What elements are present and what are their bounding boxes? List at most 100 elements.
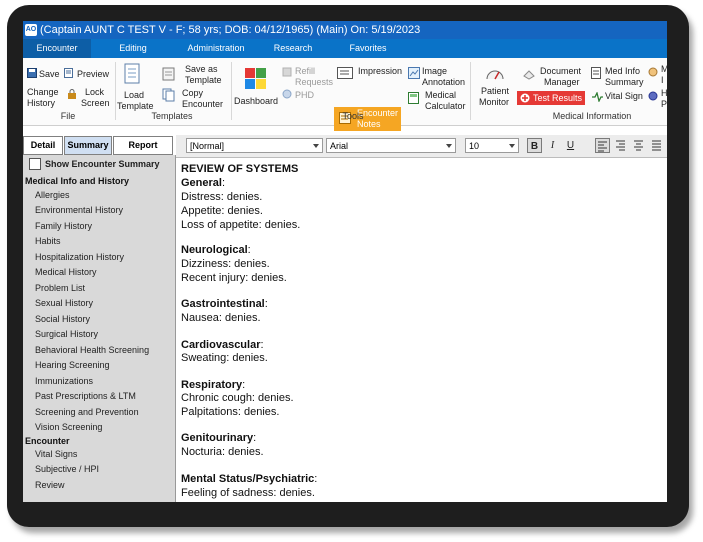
italic-button[interactable]: I <box>545 138 560 153</box>
med-info-summary-icon <box>591 67 601 79</box>
app-window: AO (Captain AUNT C TEST V - F; 58 yrs; DO… <box>23 21 667 502</box>
align-left-button[interactable] <box>595 138 610 153</box>
globe-icon <box>648 91 658 101</box>
sidebar-item-past-prescriptions[interactable]: Past Prescriptions & LTM <box>35 391 136 401</box>
sidebar-item-surgical-history[interactable]: Surgical History <box>35 329 98 339</box>
sidebar-item-vision-screening[interactable]: Vision Screening <box>35 422 102 432</box>
tab-favorites[interactable]: Favorites <box>339 39 397 58</box>
calculator-icon <box>408 92 419 104</box>
justify-icon <box>652 140 661 151</box>
align-left-icon <box>598 141 607 152</box>
tab-detail[interactable]: Detail <box>23 136 63 155</box>
show-encounter-summary-checkbox[interactable] <box>29 158 41 170</box>
font-select[interactable]: Arial <box>326 138 456 153</box>
sidebar-tabs: Detail Summary Report <box>23 136 175 155</box>
sidebar-item-vital-signs[interactable]: Vital Signs <box>35 449 77 459</box>
test-results-icon <box>520 93 530 103</box>
save-as-template-icon <box>162 67 175 81</box>
test-results-label: Test Results <box>533 93 583 103</box>
style-value: [Normal] <box>190 141 225 151</box>
ros-line: Feeling of sadness: denies. <box>181 487 315 499</box>
section-header-encounter: Encounter <box>25 436 70 446</box>
sidebar-item-social-history[interactable]: Social History <box>35 314 90 324</box>
extra-1-label-2: I <box>661 75 664 85</box>
section-cardiovascular: Cardiovascular: <box>181 339 264 351</box>
test-results-button[interactable]: Test Results <box>517 91 585 105</box>
patient-monitor-label-2: Monitor <box>479 97 510 107</box>
save-label: Save <box>39 69 60 79</box>
ribbon-divider <box>115 62 116 120</box>
style-select[interactable]: [Normal] <box>186 138 323 153</box>
document-manager-label-1: Document <box>540 66 582 76</box>
sidebar-item-behavioral-health-screening[interactable]: Behavioral Health Screening <box>35 345 149 355</box>
bold-button[interactable]: B <box>527 138 542 153</box>
preview-label: Preview <box>77 69 110 79</box>
document-manager-icon <box>523 70 535 80</box>
change-history-label-1: Change <box>27 87 59 97</box>
impression-label: Impression <box>358 66 403 76</box>
phd-label: PHD <box>295 90 315 100</box>
section-respiratory: Respiratory: <box>181 379 246 391</box>
section-title: General <box>181 177 222 189</box>
extra-2-label-1: H <box>661 88 667 98</box>
title-bar: AO (Captain AUNT C TEST V - F; 58 yrs; DO… <box>23 21 667 39</box>
tab-report[interactable]: Report <box>113 136 173 155</box>
file-group-label: File <box>60 111 76 121</box>
ros-line: Recent injury: denies. <box>181 272 287 284</box>
impression-icon <box>337 67 353 79</box>
load-template-icon <box>124 63 140 84</box>
sidebar-item-family-history[interactable]: Family History <box>35 221 92 231</box>
chevron-down-icon <box>509 144 515 148</box>
section-title: Genitourinary <box>181 432 254 444</box>
patient-monitor-label-1: Patient <box>481 86 510 96</box>
format-toolbar: [Normal] Arial 10 B I U <box>176 135 667 158</box>
sidebar-item-hearing-screening[interactable]: Hearing Screening <box>35 360 110 370</box>
lock-screen-label-1: Lock <box>85 87 105 97</box>
sidebar-item-subjective-hpi[interactable]: Subjective / HPI <box>35 464 99 474</box>
medical-information-group-label: Medical Information <box>552 111 632 121</box>
ros-line: Distress: denies. <box>181 191 263 203</box>
tab-administration[interactable]: Administration <box>175 39 257 58</box>
ros-line: Appetite: denies. <box>181 205 263 217</box>
font-size-select[interactable]: 10 <box>465 138 519 153</box>
patient-monitor-icon <box>486 70 504 80</box>
sidebar-item-hospitalization-history[interactable]: Hospitalization History <box>35 252 124 262</box>
change-history-label-2: History <box>27 98 56 108</box>
underline-button[interactable]: U <box>563 138 578 153</box>
sidebar-item-review[interactable]: Review <box>35 480 65 490</box>
ros-line: Sweating: denies. <box>181 352 268 364</box>
sidebar-item-environmental-history[interactable]: Environmental History <box>35 205 123 215</box>
font-size-value: 10 <box>469 141 480 151</box>
sidebar-item-immunizations[interactable]: Immunizations <box>35 376 93 386</box>
sidebar-item-problem-list[interactable]: Problem List <box>35 283 85 293</box>
ribbon-divider <box>470 62 471 120</box>
section-neurological: Neurological: <box>181 244 251 256</box>
medical-calculator-label-2: Calculator <box>425 101 466 111</box>
lock-screen-label-2: Screen <box>81 98 110 108</box>
section-general: General: <box>181 177 226 189</box>
section-title: Mental Status/Psychiatric <box>181 473 315 485</box>
refill-requests-label-1: Refill <box>295 66 316 76</box>
ros-line: Chronic cough: denies. <box>181 392 294 404</box>
save-as-template-label-2: Template <box>185 75 222 85</box>
sidebar-item-screening-and-prevention[interactable]: Screening and Prevention <box>35 407 139 417</box>
align-center-icon <box>634 140 643 151</box>
patient-title: (Captain AUNT C TEST V - F; 58 yrs; DOB:… <box>40 24 421 36</box>
tab-editing[interactable]: Editing <box>103 39 163 58</box>
align-center-button[interactable] <box>631 138 646 153</box>
tab-research[interactable]: Research <box>269 39 317 58</box>
tab-summary[interactable]: Summary <box>64 136 112 155</box>
load-template-label-2: Template <box>117 101 154 111</box>
tab-encounter[interactable]: Encounter <box>23 39 91 58</box>
menu-bar: Encounter Editing Administration Researc… <box>23 39 667 58</box>
sidebar-item-sexual-history[interactable]: Sexual History <box>35 298 93 308</box>
extra-1-label-1: M <box>661 64 667 74</box>
vital-sign-label: Vital Sign <box>605 91 643 101</box>
sidebar-item-allergies[interactable]: Allergies <box>35 190 70 200</box>
sidebar-item-medical-history[interactable]: Medical History <box>35 267 97 277</box>
document-editor[interactable]: REVIEW OF SYSTEMS General: Distress: den… <box>179 158 665 502</box>
sidebar-item-habits[interactable]: Habits <box>35 236 61 246</box>
justify-button[interactable] <box>649 138 664 153</box>
ros-line: Dizziness: denies. <box>181 258 270 270</box>
align-right-button[interactable] <box>613 138 628 153</box>
